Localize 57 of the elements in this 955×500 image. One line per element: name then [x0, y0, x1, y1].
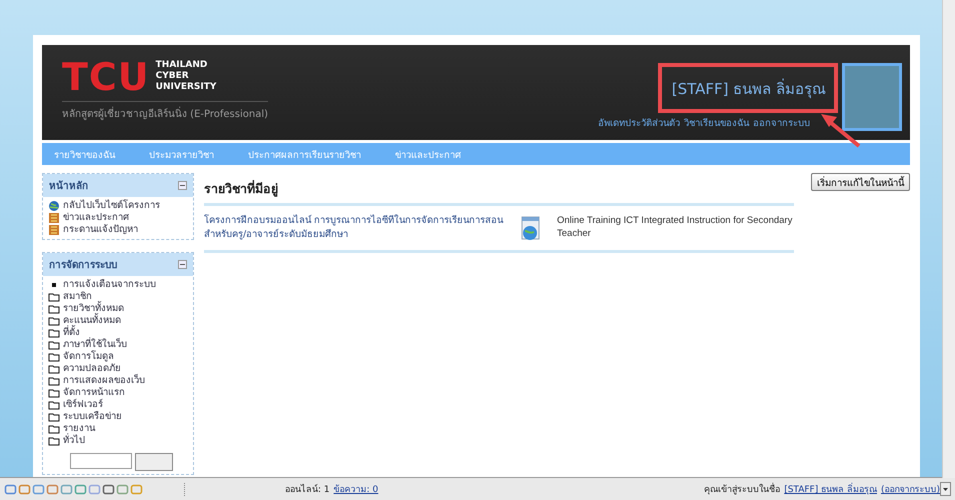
- folder-icon: [48, 327, 60, 339]
- folder-icon: [48, 375, 60, 387]
- sidebar-item[interactable]: กระดานแจ้งปัญหา: [63, 224, 138, 236]
- folder-icon: [48, 291, 60, 303]
- tagline: หลักสูตรผู้เชี่ยวชาญอีเลิร์นนิ่ง (E-Professional): [62, 101, 268, 121]
- block-title: การจัดการระบบ: [49, 258, 117, 272]
- avatar-photo-placeholder: [842, 63, 902, 131]
- logo-text: TCU: [62, 57, 150, 97]
- sidebar-item[interactable]: จัดการหน้าแรก: [63, 387, 125, 399]
- course-summary: Online Training ICT Integrated Instruction for Secondary Teacher: [557, 214, 794, 240]
- folder-icon: [48, 315, 60, 327]
- user-link[interactable]: อัพเดทประวัติส่วนตัว: [598, 115, 680, 130]
- sidebar-item[interactable]: สมาชิก: [63, 291, 92, 303]
- user-name-link[interactable]: [STAFF] ธนพล ลิ่มอรุณ: [672, 80, 826, 98]
- user-link[interactable]: [STAFF] ธนพล ลิ่มอรุณ: [784, 482, 877, 496]
- collapse-icon: [178, 181, 187, 190]
- login-label: คุณเข้าสู่ระบบในชื่อ: [704, 482, 780, 496]
- folder-icon: [48, 423, 60, 435]
- folder-icon: [48, 339, 60, 351]
- online-count: ออนไลน์: 1: [285, 483, 330, 496]
- sidebar-item[interactable]: จัดการโมดูล: [63, 351, 114, 363]
- sidebar-item[interactable]: ทั่วไป: [63, 435, 85, 447]
- sidebar-item[interactable]: ภาษาที่ใช้ในเว็บ: [63, 339, 127, 351]
- dropdown-icon: [940, 482, 951, 496]
- sidebar-item[interactable]: ระบบเครือข่าย: [63, 411, 122, 423]
- sidebar-item[interactable]: เซิร์ฟเวอร์: [63, 399, 103, 411]
- logout-link[interactable]: (ออกจากระบบ): [880, 482, 940, 496]
- folder-icon: [48, 351, 60, 363]
- sidebar-item[interactable]: รายงาน: [63, 423, 95, 435]
- section-title: รายวิชาที่มีอยู่: [204, 179, 794, 206]
- globe-icon: [48, 200, 60, 212]
- sidebar-item[interactable]: ข่าวและประกาศ: [63, 212, 129, 224]
- folder-icon: [48, 399, 60, 411]
- messages-link[interactable]: ข้อความ: 0: [334, 482, 378, 496]
- sidebar-item[interactable]: ที่ตั้ง: [63, 327, 80, 339]
- logo-caption: THAILAND CYBER UNIVERSITY: [156, 59, 216, 93]
- board-icon: [48, 224, 60, 236]
- board-icon: [48, 212, 60, 224]
- sidebar-item[interactable]: การแสดงผลของเว็บ: [63, 375, 145, 387]
- sidebar-item[interactable]: ความปลอดภัย: [63, 363, 121, 375]
- user-link[interactable]: ออกจากระบบ: [753, 115, 810, 130]
- vertical-scrollbar[interactable]: [942, 0, 955, 478]
- user-link[interactable]: วิชาเรียนของฉัน: [684, 115, 749, 130]
- folder-icon: [48, 435, 60, 447]
- search-button[interactable]: [135, 453, 173, 471]
- folder-icon: [48, 411, 60, 423]
- sidebar-item[interactable]: การแจ้งเตือนจากระบบ: [63, 279, 156, 291]
- sidebar-item[interactable]: กลับไปเว็บไซต์โครงการ: [63, 200, 160, 212]
- course-name-link[interactable]: โครงการฝึกอบรมออนไลน์ การบูรณาการไอซีทีในการจัดการเรียนการสอนสำหรับครู/อาจารย์ระดับมัธยมศึกษา: [204, 214, 509, 242]
- collapse-icon: [178, 260, 187, 269]
- folder-icon: [48, 387, 60, 399]
- edit-page-button[interactable]: เริ่มการแก้ไขในหน้านี้: [811, 173, 910, 191]
- folder-icon: [48, 363, 60, 375]
- folder-icon: [48, 303, 60, 315]
- globe-document-icon: [519, 216, 541, 242]
- search-field[interactable]: [70, 453, 132, 469]
- block-title: หน้าหลัก: [49, 179, 88, 193]
